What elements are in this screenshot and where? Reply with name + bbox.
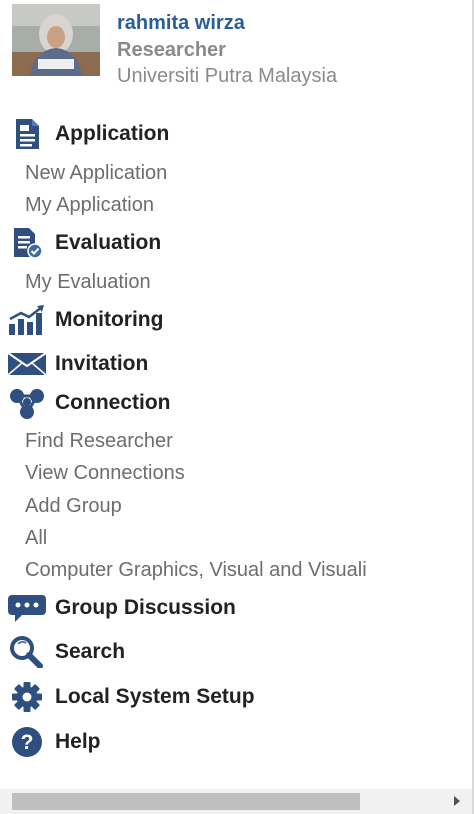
nav-group-all[interactable]: All	[25, 524, 47, 552]
nav-connection-label: Connection	[55, 391, 171, 414]
user-role: Researcher	[117, 39, 226, 61]
nav-group-discussion[interactable]: Group Discussion	[4, 592, 236, 624]
nav-find-researcher[interactable]: Find Researcher	[25, 427, 173, 455]
nav-group-discussion-label: Group Discussion	[55, 596, 236, 619]
chat-icon	[5, 592, 49, 624]
nav-local-system-setup-label: Local System Setup	[55, 685, 255, 708]
help-icon: ?	[5, 726, 49, 758]
gear-icon	[5, 681, 49, 713]
user-profile: rahmita wirza Researcher Universiti Putr…	[12, 4, 452, 87]
user-organization: Universiti Putra Malaysia	[117, 65, 338, 87]
scrollbar-thumb[interactable]	[12, 793, 360, 810]
network-icon	[5, 387, 49, 419]
scroll-right-arrow-icon[interactable]	[454, 796, 460, 806]
nav-monitoring-label: Monitoring	[55, 308, 164, 331]
user-name[interactable]: rahmita wirza	[117, 12, 245, 35]
search-icon	[5, 636, 49, 668]
nav-local-system-setup[interactable]: Local System Setup	[4, 681, 255, 713]
nav-search[interactable]: Search	[4, 636, 125, 668]
nav-connection[interactable]: Connection	[4, 387, 171, 419]
nav-new-application[interactable]: New Application	[25, 159, 167, 187]
nav-evaluation[interactable]: Evaluation	[4, 227, 161, 259]
nav-application-label: Application	[55, 122, 170, 145]
bar-chart-icon	[5, 304, 49, 336]
nav-my-evaluation[interactable]: My Evaluation	[25, 268, 151, 296]
horizontal-scrollbar[interactable]	[0, 789, 472, 814]
svg-text:?: ?	[21, 731, 34, 754]
nav-application[interactable]: Application	[4, 118, 169, 150]
nav-monitoring[interactable]: Monitoring	[4, 304, 163, 336]
document-icon	[5, 118, 49, 150]
avatar[interactable]	[12, 4, 100, 76]
nav-help-label: Help	[55, 730, 101, 753]
nav-add-group[interactable]: Add Group	[25, 492, 122, 520]
nav-help[interactable]: ? Help	[4, 726, 101, 758]
nav-invitation-label: Invitation	[55, 352, 149, 375]
nav-search-label: Search	[55, 640, 126, 663]
evaluation-icon	[5, 227, 49, 259]
nav-invitation[interactable]: Invitation	[4, 348, 148, 380]
envelope-icon	[5, 348, 49, 380]
nav-group-computer-graphics[interactable]: Computer Graphics, Visual and Visuali	[25, 556, 367, 584]
nav-view-connections[interactable]: View Connections	[25, 459, 185, 487]
nav-evaluation-label: Evaluation	[55, 231, 162, 254]
nav-my-application[interactable]: My Application	[25, 191, 154, 219]
